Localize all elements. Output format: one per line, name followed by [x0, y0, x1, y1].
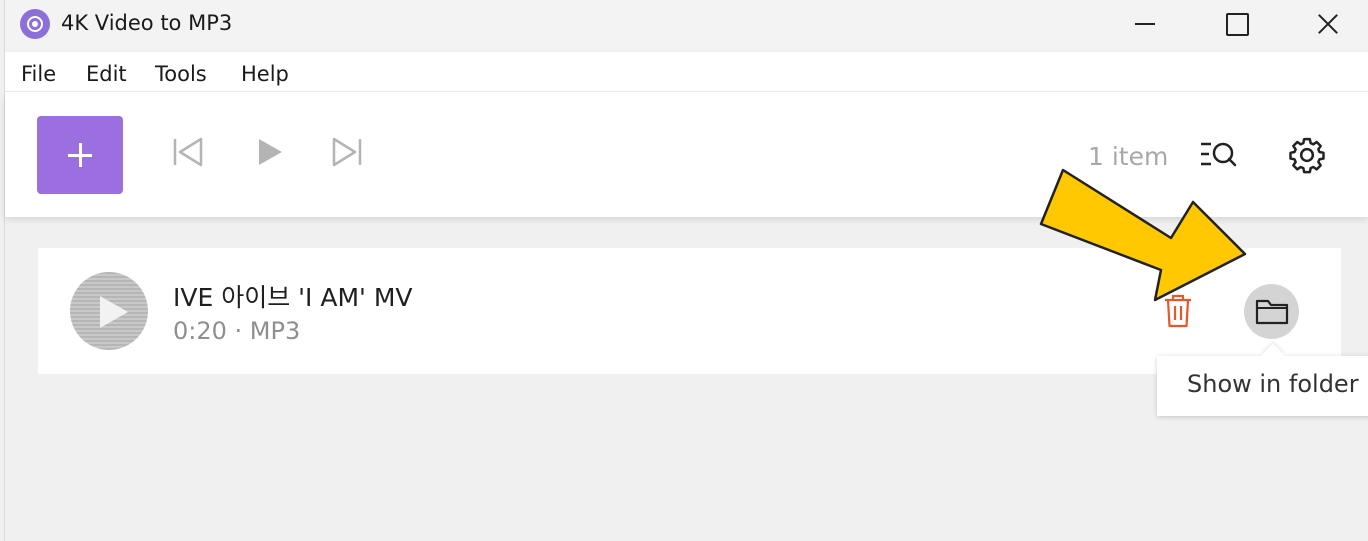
settings-gear-icon[interactable]	[1287, 135, 1327, 175]
play-icon	[100, 296, 128, 328]
annotation-arrow-icon	[1039, 168, 1247, 302]
play-icon[interactable]	[255, 135, 285, 169]
menu-bar: File Edit Tools Help	[5, 52, 1368, 92]
window-title: 4K Video to MP3	[61, 11, 233, 35]
menu-edit[interactable]: Edit	[86, 62, 127, 86]
item-meta: 0:20 · MP3	[173, 317, 301, 345]
app-window: 4K Video to MP3 File Edit Tools Help 1 i…	[4, 0, 1368, 541]
menu-tools[interactable]: Tools	[155, 62, 207, 86]
minimize-button[interactable]	[1097, 0, 1189, 50]
next-track-icon[interactable]	[330, 135, 364, 169]
tooltip-text: Show in folder	[1187, 370, 1359, 398]
app-logo-icon	[20, 9, 50, 39]
previous-track-icon[interactable]	[171, 135, 205, 169]
tooltip: Show in folder	[1157, 356, 1368, 416]
item-title: IVE 아이브 'I AM' MV	[173, 283, 413, 312]
menu-file[interactable]: File	[21, 62, 56, 86]
add-button[interactable]	[37, 116, 123, 194]
title-bar: 4K Video to MP3	[5, 0, 1368, 50]
close-button[interactable]	[1281, 0, 1368, 50]
menu-help[interactable]: Help	[241, 62, 289, 86]
maximize-button[interactable]	[1189, 0, 1281, 50]
